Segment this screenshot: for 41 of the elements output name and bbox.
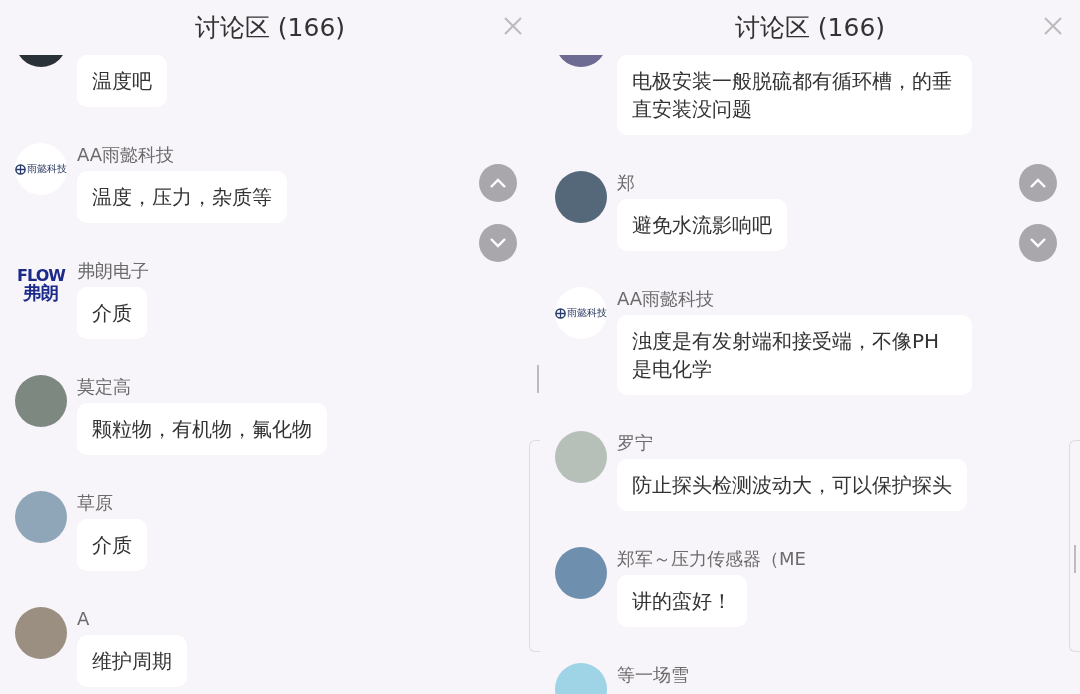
author-name: AA雨懿科技 [77, 143, 175, 167]
scroll-down-button[interactable] [479, 224, 517, 262]
author-name: 郑 [617, 171, 635, 195]
scrollbar-thumb[interactable] [1074, 545, 1076, 573]
message-bubble: 电极安装一般脱硫都有循环槽，的垂直安装没问题 [617, 55, 972, 135]
chevron-down-icon [1029, 237, 1047, 249]
scroll-down-button[interactable] [1019, 224, 1057, 262]
author-name: 莫定高 [77, 375, 131, 399]
author-name: 郑军～压力传感器（ME [617, 547, 806, 571]
chevron-up-icon [1029, 177, 1047, 189]
message-bubble: 浊度是有发射端和接受端，不像PH是电化学 [617, 315, 972, 395]
author-name: A [77, 607, 90, 631]
message-bubble: 防止探头检测波动大，可以保护探头 [617, 459, 967, 511]
panel-title: 讨论区 (166) [734, 12, 886, 43]
close-icon[interactable] [502, 15, 524, 37]
author-name: 罗宁 [617, 431, 653, 455]
message-bubble: 温度，压力，杂质等 [77, 171, 287, 223]
logo-text: 雨懿科技 [567, 308, 607, 318]
scroll-up-button[interactable] [479, 164, 517, 202]
logo-text: 弗朗 [23, 284, 59, 302]
message-bubble: 维护周期 [77, 635, 187, 687]
chevron-up-icon [489, 177, 507, 189]
message-bubble: 避免水流影响吧 [617, 199, 787, 251]
author-name: 草原 [77, 491, 113, 515]
message-bubble: 颗粒物，有机物，氟化物 [77, 403, 327, 455]
author-name: 弗朗电子 [77, 259, 149, 283]
logo-text: FLOW [17, 268, 65, 284]
globe-icon [15, 163, 26, 175]
author-name: 等一场雪 [617, 663, 689, 687]
scroll-up-button[interactable] [1019, 164, 1057, 202]
message-bubble: 讲的蛮好！ [617, 575, 747, 627]
author-name: AA雨懿科技 [617, 287, 715, 311]
message-bubble: 介质 [77, 519, 147, 571]
close-icon[interactable] [1042, 15, 1064, 37]
panel-title: 讨论区 (166) [194, 12, 346, 43]
logo-text: 雨懿科技 [27, 164, 67, 174]
message-bubble: 介质 [77, 287, 147, 339]
chevron-down-icon [489, 237, 507, 249]
globe-icon [555, 307, 566, 319]
scrollbar-thumb[interactable] [537, 365, 539, 393]
message-bubble: 温度吧 [77, 55, 167, 107]
